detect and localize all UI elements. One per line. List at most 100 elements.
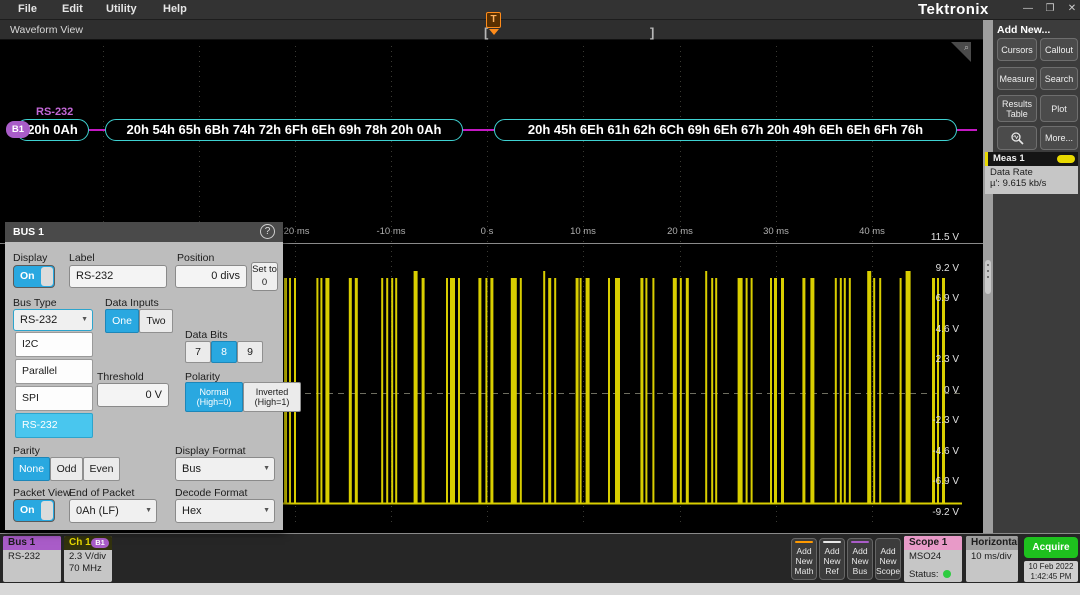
set-to-zero-button[interactable]: Set to 0	[251, 262, 278, 291]
voltage-axis-label: 0 V	[917, 385, 959, 396]
time-axis-label: 0 s	[465, 226, 509, 237]
horizontal-badge[interactable]: Horizontal 10 ms/div	[966, 536, 1018, 582]
menu-help[interactable]: Help	[163, 3, 187, 15]
label-label: Label	[69, 252, 95, 264]
scope-color-stripe	[879, 541, 897, 543]
menu-file[interactable]: File	[18, 3, 37, 15]
scope1-status-label: Status:	[909, 569, 939, 580]
restore-button[interactable]: ❐	[1042, 3, 1058, 14]
cursors-button[interactable]: Cursors	[997, 38, 1037, 61]
label-input[interactable]: RS-232	[69, 265, 167, 288]
bus1-badge[interactable]: Bus 1 RS-232	[3, 536, 61, 582]
results-table-button[interactable]: Results Table	[997, 95, 1037, 122]
data-inputs-two-button[interactable]: Two	[139, 309, 173, 333]
threshold-input[interactable]: 0 V	[97, 383, 169, 407]
ch1-bandwidth: 70 MHz	[69, 563, 112, 575]
ch1-badge[interactable]: Ch 1 B1 2.3 V/div 70 MHz	[64, 536, 112, 582]
bus-type-option-parallel[interactable]: Parallel	[15, 359, 93, 384]
bottom-settings-bar: Bus 1 RS-232 Ch 1 B1 2.3 V/div 70 MHz Ad…	[0, 533, 1080, 583]
more-button[interactable]: More...	[1040, 126, 1078, 150]
tektronix-logo: Tektronix	[918, 1, 989, 18]
plot-button[interactable]: Plot	[1040, 95, 1078, 122]
scope1-model: MSO24	[909, 551, 962, 563]
data-bits-7-button[interactable]: 7	[185, 341, 211, 363]
dialog-header[interactable]: BUS 1 ?	[5, 222, 283, 242]
bus1-badge-body: RS-232	[3, 550, 61, 563]
waveform-view-title: Waveform View	[10, 24, 83, 36]
add-new-ref-button[interactable]: Add New Ref	[819, 538, 845, 580]
meas1-name: Data Rate	[990, 167, 1078, 178]
time-axis-label: 30 ms	[754, 226, 798, 237]
voltage-axis-label: 2.3 V	[917, 354, 959, 365]
add-new-header: Add New...	[997, 24, 1050, 36]
bus1-config-dialog: BUS 1 ? Display On Label RS-232 Position…	[5, 222, 283, 530]
scope1-badge[interactable]: Scope 1 MSO24 Status:	[904, 536, 962, 582]
polarity-normal-button[interactable]: Normal (High=0)	[185, 382, 243, 412]
math-color-stripe	[795, 541, 813, 543]
close-button[interactable]: ✕	[1064, 3, 1080, 14]
add-new-math-button[interactable]: Add New Math	[791, 538, 817, 580]
packet-link	[89, 129, 105, 131]
position-input[interactable]: 0 divs	[175, 265, 247, 288]
add-new-scope-label: Add New Scope	[876, 546, 900, 576]
acquire-button[interactable]: Acquire	[1024, 537, 1078, 558]
measure-button[interactable]: Measure	[997, 67, 1037, 90]
horizontal-badge-header: Horizontal	[966, 536, 1018, 550]
data-inputs-label: Data Inputs	[105, 297, 159, 309]
voltage-axis-label: -2.3 V	[917, 415, 959, 426]
packet-view-toggle[interactable]: On	[13, 499, 55, 522]
parity-label: Parity	[13, 445, 40, 457]
ch1-bus-pill: B1	[91, 538, 109, 548]
voltage-axis-label: -4.6 V	[917, 446, 959, 457]
scope1-badge-header: Scope 1	[904, 536, 962, 550]
chevron-down-icon: ▼	[263, 458, 270, 480]
parity-even-button[interactable]: Even	[83, 457, 120, 481]
chevron-down-icon: ▼	[145, 500, 152, 522]
bus1-badge-header: Bus 1	[3, 536, 61, 550]
packet-view-toggle-state: On	[20, 504, 35, 516]
decode-format-dropdown[interactable]: Hex ▼	[175, 499, 275, 523]
data-bits-9-button[interactable]: 9	[237, 341, 263, 363]
add-new-bus-button[interactable]: Add New Bus	[847, 538, 873, 580]
bus-type-option-i2c[interactable]: I2C	[15, 332, 93, 357]
polarity-inverted-button[interactable]: Inverted (High=1)	[243, 382, 301, 412]
data-inputs-one-button[interactable]: One	[105, 309, 139, 333]
scrollbar-handle[interactable]	[985, 260, 991, 294]
display-label: Display	[13, 252, 47, 264]
callout-button[interactable]: Callout	[1040, 38, 1078, 61]
bus-color-stripe	[851, 541, 869, 543]
voltage-axis-label: 11.5 V	[917, 232, 959, 243]
bus-type-value: RS-232	[20, 314, 57, 326]
meas1-badge-header: Meas 1	[985, 152, 1078, 166]
bus-type-option-spi[interactable]: SPI	[15, 386, 93, 411]
add-new-math-label: Add New Math	[792, 546, 816, 576]
zoom-tool-button[interactable]	[997, 126, 1037, 150]
decode-format-value: Hex	[182, 505, 202, 517]
bus-type-dropdown[interactable]: RS-232 ▼	[13, 309, 93, 331]
trigger-position-marker[interactable]: T	[486, 12, 501, 28]
meas1-badge[interactable]: Meas 1 Data Rate µ': 9.615 kb/s	[985, 152, 1078, 194]
menu-bar: File Edit Utility Help Tektronix — ❐ ✕	[0, 0, 1080, 20]
time-axis-label: 40 ms	[850, 226, 894, 237]
menu-utility[interactable]: Utility	[106, 3, 137, 15]
meas1-badge-body: Data Rate µ': 9.615 kb/s	[985, 166, 1078, 194]
parity-none-button[interactable]: None	[13, 457, 50, 481]
datetime-display: 10 Feb 2022 1:42:45 PM	[1024, 561, 1078, 582]
voltage-axis-label: -9.2 V	[917, 507, 959, 518]
data-bits-8-button[interactable]: 8	[211, 341, 237, 363]
date-text: 10 Feb 2022	[1024, 562, 1078, 572]
end-of-packet-dropdown[interactable]: 0Ah (LF) ▼	[69, 499, 157, 523]
menu-edit[interactable]: Edit	[62, 3, 83, 15]
decode-format-label: Decode Format	[175, 487, 247, 499]
trigger-arrow-icon	[489, 29, 499, 35]
minimize-button[interactable]: —	[1020, 3, 1036, 14]
display-format-dropdown[interactable]: Bus ▼	[175, 457, 275, 481]
search-button[interactable]: Search	[1040, 67, 1078, 90]
help-icon[interactable]: ?	[260, 224, 275, 239]
display-toggle[interactable]: On	[13, 265, 55, 288]
add-new-scope-button[interactable]: Add New Scope	[875, 538, 901, 580]
parity-odd-button[interactable]: Odd	[50, 457, 83, 481]
threshold-label: Threshold	[97, 371, 144, 383]
bus-type-option-rs232[interactable]: RS-232	[15, 413, 93, 438]
sidebar-scrollbar[interactable]	[983, 20, 993, 533]
